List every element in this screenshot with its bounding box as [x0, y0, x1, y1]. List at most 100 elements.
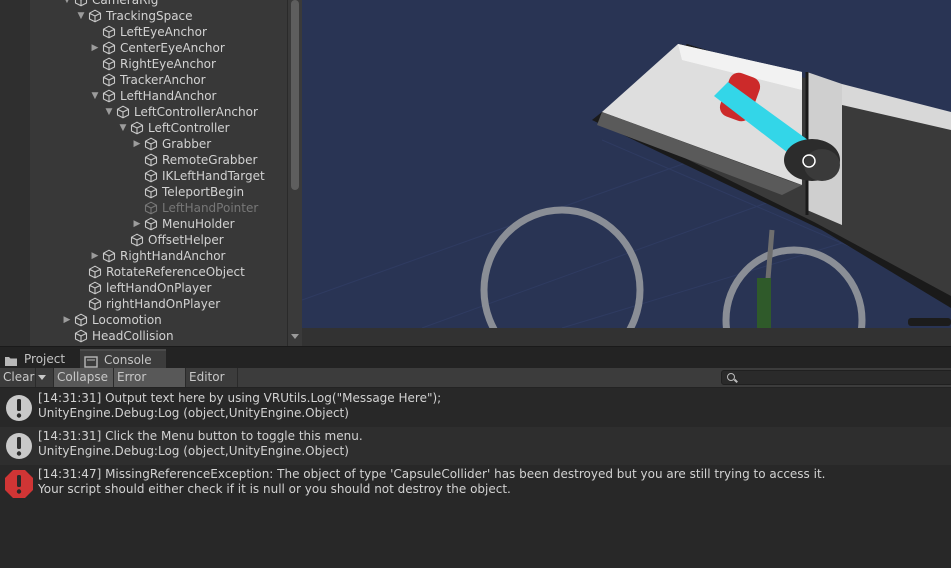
log-entry[interactable]: [14:31:31] Output text here by using VRU… [0, 389, 951, 427]
hierarchy-item[interactable]: ▼ LeftControllerAnchor [102, 104, 258, 120]
expanded-arrow-icon[interactable]: ▼ [102, 104, 116, 120]
hierarchy-item[interactable]: ▼ LeftHandAnchor [88, 88, 217, 104]
log-entry-stack: UnityEngine.Debug:Log (object,UnityEngin… [38, 444, 349, 458]
tab-project[interactable]: Project [0, 349, 78, 369]
log-entry-message: [14:31:31] Click the Menu button to togg… [38, 429, 363, 443]
scroll-down-arrow-icon[interactable] [291, 334, 299, 339]
hierarchy-scrollbar[interactable] [287, 0, 302, 346]
hierarchy-item[interactable]: ▼ LeftController [116, 120, 230, 136]
hierarchy-item[interactable]: ▶IKLeftHandTarget [130, 168, 265, 184]
hierarchy-item[interactable]: ▶ Grabber [130, 136, 212, 152]
collapsed-arrow-icon[interactable]: ▶ [88, 248, 102, 264]
tab-project-label: Project [24, 352, 66, 366]
hierarchy-item[interactable]: ▶RotateReferenceObject [74, 264, 245, 280]
hierarchy-item-label: OffsetHelper [148, 233, 224, 247]
collapsed-arrow-icon[interactable]: ▶ [130, 136, 144, 152]
hierarchy-item[interactable]: ▶ MenuHolder [130, 216, 235, 232]
error-pause-toggle[interactable]: Error Pause [114, 368, 186, 403]
info-icon [0, 389, 38, 427]
hierarchy-item-label: Locomotion [92, 313, 162, 327]
hierarchy-item[interactable]: ▶RightEyeAnchor [88, 56, 216, 72]
gameobject-cube-icon [102, 57, 116, 71]
collapsed-arrow-icon[interactable]: ▶ [60, 312, 74, 328]
console-search-field[interactable] [721, 370, 951, 385]
hierarchy-item-label: LeftHandPointer [162, 201, 259, 215]
log-entry-message: [14:31:31] Output text here by using VRU… [38, 391, 442, 405]
editor-dropdown[interactable]: Editor [186, 368, 238, 399]
hierarchy-item[interactable]: ▼ CameraRig [60, 0, 158, 8]
expanded-arrow-icon[interactable]: ▼ [60, 0, 74, 8]
gameobject-cube-icon [144, 185, 158, 199]
hierarchy-item-label: TrackerAnchor [120, 73, 206, 87]
ring-left [480, 206, 644, 328]
console-log-list: [14:31:31] Output text here by using VRU… [0, 389, 951, 568]
gameobject-cube-icon [74, 329, 88, 343]
hierarchy-item-label: LeftHandAnchor [120, 89, 217, 103]
hierarchy-item[interactable]: ▶OffsetHelper [116, 232, 224, 248]
hierarchy-item[interactable]: ▶ Locomotion [60, 312, 162, 328]
collapse-toggle[interactable]: Collapse [54, 368, 114, 387]
hierarchy-item[interactable]: ▶ CenterEyeAnchor [88, 40, 225, 56]
scene-view[interactable] [302, 0, 951, 328]
hierarchy-item-label: TrackingSpace [106, 9, 193, 23]
hierarchy-item[interactable]: ▶HeadCollision [60, 328, 174, 344]
bottom-tab-bar: Project Console [0, 346, 951, 369]
error-icon [0, 465, 38, 503]
collapsed-arrow-icon[interactable]: ▶ [130, 216, 144, 232]
menu-board [592, 44, 951, 308]
gameobject-cube-icon [88, 297, 102, 311]
hierarchy-item[interactable]: ▶TrackerAnchor [88, 72, 206, 88]
gameobject-cube-icon [144, 137, 158, 151]
tab-console-label: Console [104, 353, 152, 367]
hierarchy-item[interactable]: ▶leftHandOnPlayer [74, 280, 211, 296]
expanded-arrow-icon[interactable]: ▼ [74, 8, 88, 24]
gameobject-cube-icon [88, 281, 102, 295]
expanded-arrow-icon[interactable]: ▼ [116, 120, 130, 136]
hierarchy-item-label: HeadCollision [92, 329, 174, 343]
gameobject-cube-icon [88, 9, 102, 23]
hierarchy-item-label: RotateReferenceObject [106, 265, 245, 279]
folder-icon [4, 353, 18, 366]
controller-model [784, 139, 840, 181]
gameobject-cube-icon [144, 169, 158, 183]
hierarchy-item-label: RightEyeAnchor [120, 57, 216, 71]
scene-render [302, 44, 951, 328]
hierarchy-item-label: LeftEyeAnchor [120, 25, 207, 39]
gameobject-cube-icon [130, 121, 144, 135]
log-entry-message: [14:31:47] MissingReferenceException: Th… [38, 467, 826, 481]
hierarchy-item[interactable]: ▶ RightHandAnchor [88, 248, 226, 264]
hierarchy-item[interactable]: ▶RemoteGrabber [130, 152, 257, 168]
console-toolbar: Clear Collapse Error Pause Editor [0, 368, 951, 403]
hierarchy-item-label: leftHandOnPlayer [106, 281, 212, 295]
hierarchy-item-label: RemoteGrabber [162, 153, 258, 167]
hierarchy-item-label: MenuHolder [162, 217, 235, 231]
hierarchy-item[interactable]: ▶TeleportBegin [130, 184, 244, 200]
hierarchy-item[interactable]: ▶LeftEyeAnchor [88, 24, 207, 40]
gameobject-cube-icon [74, 0, 88, 7]
gameobject-cube-icon [74, 313, 88, 327]
clear-options-dropdown[interactable] [36, 368, 54, 387]
editor-dropdown-label: Editor [189, 370, 225, 384]
ring-right [722, 246, 866, 328]
hierarchy-item[interactable]: ▼ TrackingSpace [74, 8, 193, 24]
hierarchy-item[interactable]: ▶LeftHandPointer [130, 200, 258, 216]
log-entry-stack: Your script should either check if it is… [38, 482, 511, 496]
hierarchy-item[interactable]: ▶rightHandOnPlayer [74, 296, 220, 312]
hierarchy-item-label: rightHandOnPlayer [106, 297, 221, 311]
hierarchy-gutter [0, 0, 30, 346]
expanded-arrow-icon[interactable]: ▼ [88, 88, 102, 104]
hierarchy-item-label: CenterEyeAnchor [120, 41, 225, 55]
clear-button[interactable]: Clear [0, 368, 36, 387]
gameobject-cube-icon [102, 41, 116, 55]
gameobject-cube-icon [130, 233, 144, 247]
scene-view-footer [302, 328, 951, 346]
hierarchy-scrollbar-thumb[interactable] [291, 0, 299, 190]
collapse-toggle-label: Collapse [57, 370, 108, 384]
gameobject-cube-icon [88, 265, 102, 279]
log-entry[interactable]: [14:31:31] Click the Menu button to togg… [0, 427, 951, 465]
log-entry-error[interactable]: [14:31:47] MissingReferenceException: Th… [0, 465, 951, 503]
info-icon [0, 427, 38, 465]
tab-console[interactable]: Console [80, 349, 166, 369]
collapsed-arrow-icon[interactable]: ▶ [88, 40, 102, 56]
hierarchy-item-label: IKLeftHandTarget [162, 169, 265, 183]
